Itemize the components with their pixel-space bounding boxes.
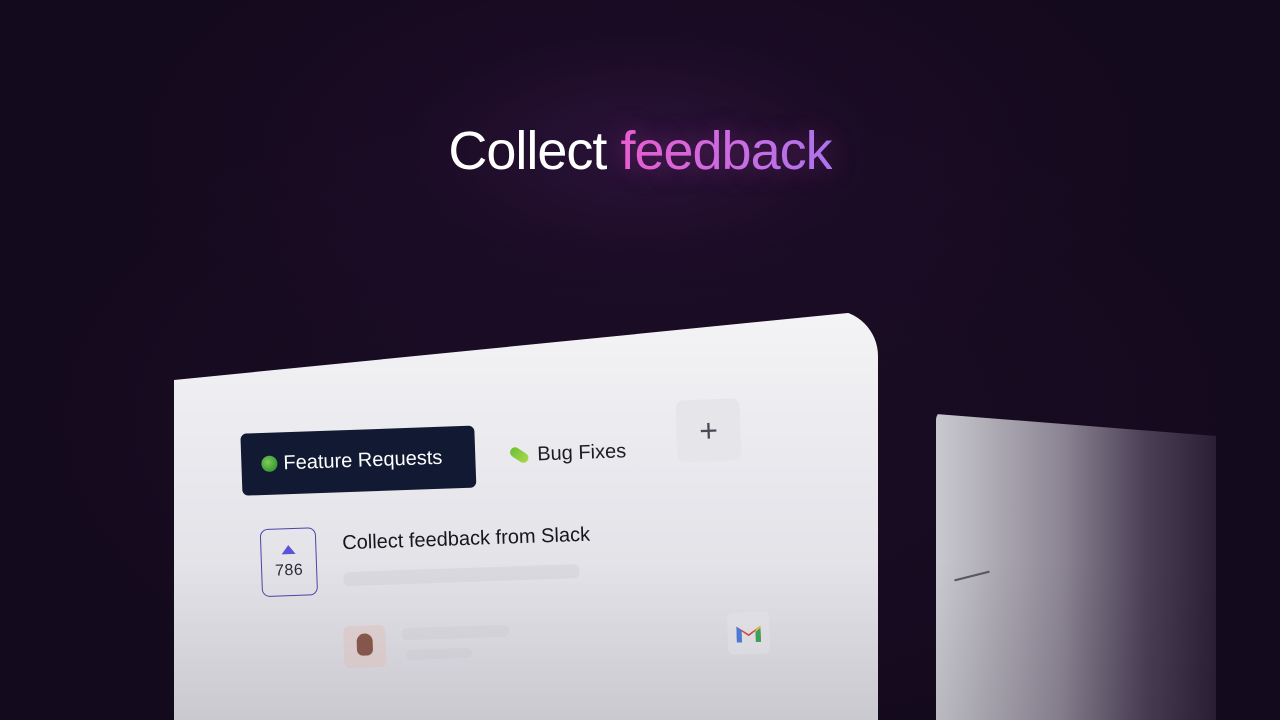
gmail-source-badge <box>726 611 771 655</box>
headline-part-collect: Collect <box>448 121 607 181</box>
bug-icon <box>508 445 531 465</box>
headline-part-feedback: feedback <box>620 121 832 181</box>
tab-bug-fixes-label: Bug Fixes <box>536 439 627 465</box>
plus-icon: + <box>698 411 719 449</box>
post-title[interactable]: Collect feedback from Slack <box>342 524 591 556</box>
tab-feature-requests-label: Feature Requests <box>283 446 443 474</box>
leaf-icon <box>261 455 278 473</box>
feedback-board-content: Feature Requests Bug Fixes + 786 Collect… <box>174 285 892 719</box>
author-name-placeholder <box>401 624 510 641</box>
gmail-icon <box>736 625 761 643</box>
secondary-card <box>936 414 1216 720</box>
post-description-placeholder <box>343 564 580 587</box>
vote-count: 786 <box>274 561 304 580</box>
promo-stage: Collect feedback Feature Requests Bug Fi… <box>0 0 1280 720</box>
upvote-button[interactable]: 786 <box>259 527 319 598</box>
tab-feature-requests[interactable]: Feature Requests <box>240 425 477 496</box>
add-tab-button[interactable]: + <box>675 398 742 463</box>
upvote-arrow-icon <box>281 544 296 554</box>
headline: Collect feedback <box>0 118 1280 184</box>
avatar-person-icon <box>356 633 374 656</box>
avatar <box>343 624 387 669</box>
author-date-placeholder <box>406 647 473 661</box>
tab-bug-fixes[interactable]: Bug Fixes <box>508 420 627 486</box>
